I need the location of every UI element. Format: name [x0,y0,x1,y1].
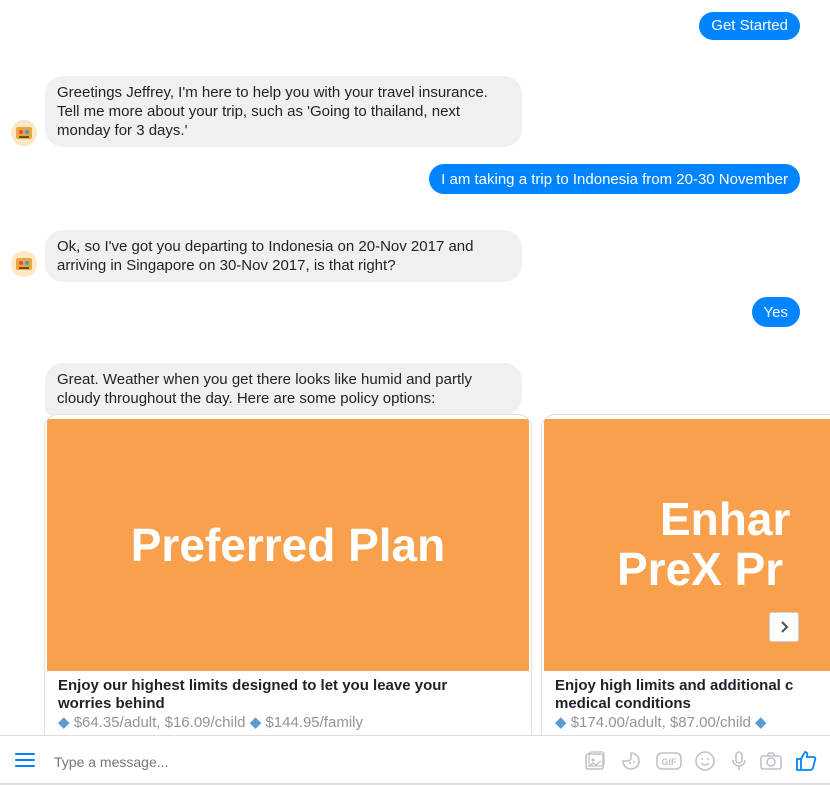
message-get-started: Get Started [699,12,800,40]
image-icon[interactable] [583,749,607,773]
policy-card-prices: ◆ $174.00/adult, $87.00/child ◆ [555,714,767,731]
carousel-next-button[interactable] [769,612,799,642]
like-icon[interactable] [794,749,818,773]
message-input[interactable] [52,750,536,774]
diamond-icon: ◆ [755,714,767,731]
diamond-icon: ◆ [249,714,262,731]
policy-card-title: Enjoy our highest limits designed to let… [58,677,448,712]
policy-card-prices: ◆ $64.35/adult, $16.09/child ◆ $144.95/f… [58,714,363,731]
policy-card-hero-text: PreX Pr [617,543,784,595]
policy-card-image[interactable]: Preferred Plan [47,419,529,671]
bot-avatar-icon [11,251,37,277]
svg-text:GIF: GIF [662,757,678,767]
policy-card[interactable]: Enhar PreX Pr Enjoy high limits and addi… [541,414,830,735]
message-trip-request: I am taking a trip to Indonesia from 20-… [429,164,800,194]
diamond-icon: ◆ [58,714,70,731]
bot-avatar-icon [11,120,37,146]
bot-avatar[interactable] [10,250,38,278]
policy-card-hero-text: Preferred Plan [130,519,446,571]
message-composer: GIF [0,735,830,785]
emoji-icon[interactable] [693,749,717,773]
message-greeting: Greetings Jeffrey, I'm here to help you … [45,76,522,147]
camera-icon[interactable] [759,749,783,773]
chat-thread: Get Started Greetings Jeffrey, I'm here … [0,0,830,735]
diamond-icon: ◆ [555,714,567,731]
policy-carousel[interactable]: Preferred Plan Enjoy our highest limits … [44,414,830,735]
chevron-right-icon [781,621,789,633]
message-yes: Yes [751,297,800,327]
policy-card-title: Enjoy high limits and additional c medic… [555,677,794,712]
microphone-icon[interactable] [727,749,751,773]
sticker-icon[interactable] [619,749,643,773]
message-confirmation: Ok, so I've got you departing to Indones… [45,230,522,282]
message-policy-options: Great. Weather when you get there looks … [45,363,522,415]
bot-avatar[interactable] [10,119,38,147]
policy-card[interactable]: Preferred Plan Enjoy our highest limits … [44,414,532,735]
menu-icon[interactable] [15,753,35,767]
policy-card-hero-text: Enhar [660,493,791,545]
gif-icon[interactable]: GIF [655,749,683,773]
